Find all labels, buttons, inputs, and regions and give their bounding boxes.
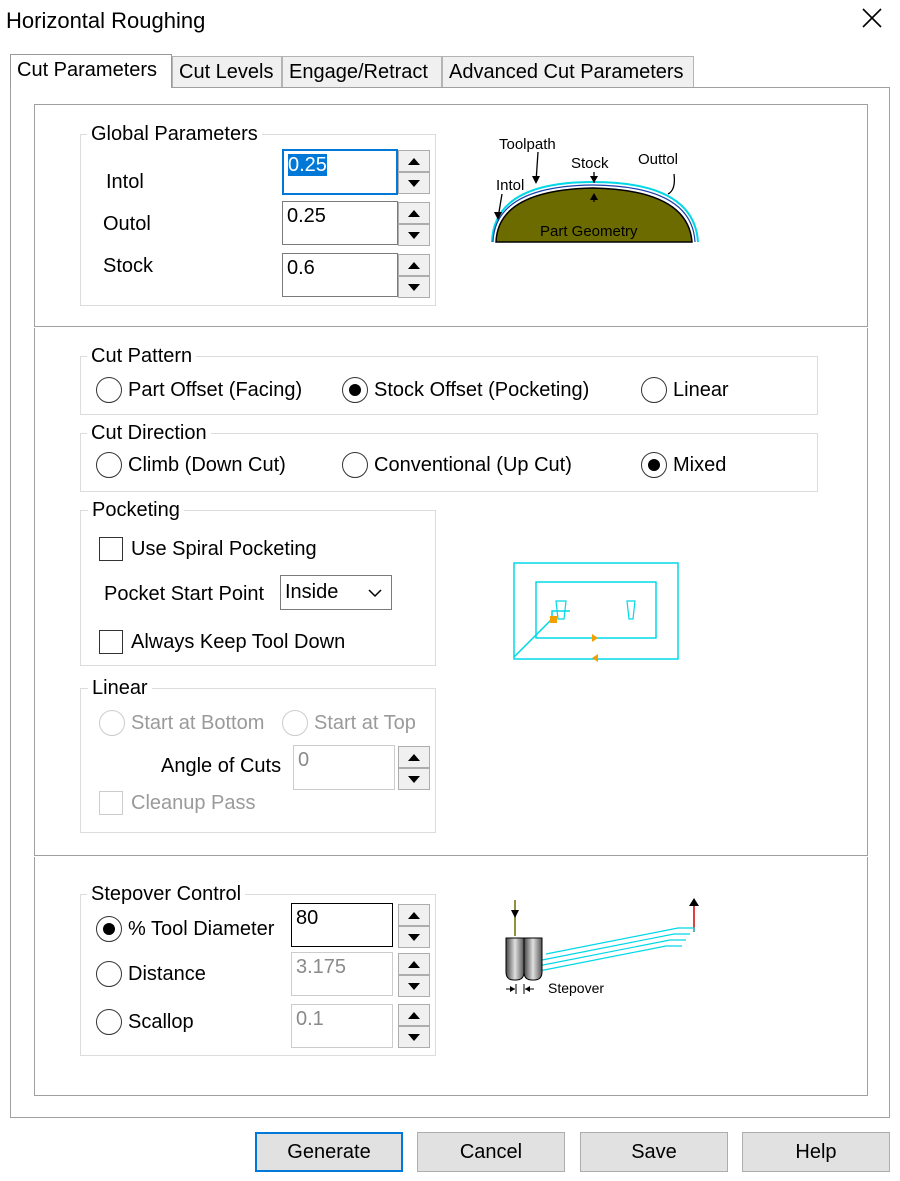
diagram-outtol: Outtol (638, 151, 678, 168)
keep-tool-down-checkbox[interactable]: Always Keep Tool Down (99, 630, 345, 654)
radio-start-at-top[interactable]: Start at Top (282, 710, 416, 736)
radio-conventional[interactable]: Conventional (Up Cut) (342, 452, 572, 478)
radio-distance[interactable]: Distance (96, 961, 206, 987)
cut-pattern-legend: Cut Pattern (87, 345, 197, 368)
intol-label: Intol (106, 171, 144, 193)
tool-diameter-field[interactable]: 80 (291, 903, 393, 947)
scallop-field[interactable]: 0.1 (291, 1004, 393, 1048)
cut-direction-legend: Cut Direction (87, 422, 211, 445)
stepover-diagram: Stepover (505, 898, 699, 996)
spin-up-icon[interactable] (398, 150, 430, 172)
intol-field[interactable]: 0.25 (282, 149, 398, 195)
spin-down-icon[interactable] (398, 768, 430, 790)
spin-down-icon[interactable] (398, 926, 430, 948)
generate-button[interactable]: Generate (255, 1132, 403, 1172)
radio-climb[interactable]: Climb (Down Cut) (96, 452, 286, 478)
outol-label: Outol (103, 213, 151, 235)
angle-of-cuts-field[interactable]: 0 (293, 745, 395, 790)
stepover-diagram-label: Stepover (548, 980, 604, 996)
outol-field[interactable]: 0.25 (282, 201, 398, 245)
diagram-part-geometry: Part Geometry (540, 223, 638, 240)
spin-up-icon[interactable] (398, 1004, 430, 1026)
spin-up-icon[interactable] (398, 254, 430, 276)
diagram-intol: Intol (496, 177, 524, 194)
pocket-start-point-label: Pocket Start Point (104, 583, 265, 605)
tab-advanced-cut-parameters[interactable]: Advanced Cut Parameters (442, 56, 694, 88)
spin-up-icon[interactable] (398, 746, 430, 768)
chevron-down-icon (367, 584, 383, 607)
spin-down-icon[interactable] (398, 172, 430, 194)
stepover-control-legend: Stepover Control (87, 883, 246, 906)
radio-tool-diameter[interactable]: % Tool Diameter (96, 916, 274, 942)
radio-mixed[interactable]: Mixed (641, 452, 726, 478)
save-button[interactable]: Save (580, 1132, 728, 1172)
close-icon[interactable] (858, 4, 886, 32)
spin-down-icon[interactable] (398, 276, 430, 298)
tolerance-diagram: Part Geometry Toolpath Stock Outtol Into… (491, 136, 699, 243)
tab-cut-parameters[interactable]: Cut Parameters (10, 54, 172, 88)
spin-up-icon[interactable] (398, 202, 430, 224)
spin-up-icon[interactable] (398, 904, 430, 926)
help-button[interactable]: Help (742, 1132, 890, 1172)
pocket-start-point-select[interactable]: Inside (280, 575, 392, 610)
spin-down-icon[interactable] (398, 224, 430, 246)
section-divider (34, 855, 868, 857)
radio-stock-offset[interactable]: Stock Offset (Pocketing) (342, 377, 589, 403)
radio-linear[interactable]: Linear (641, 377, 729, 403)
pocketing-legend: Pocketing (88, 499, 184, 522)
section-divider (34, 326, 868, 328)
cleanup-pass-checkbox[interactable]: Cleanup Pass (99, 791, 256, 815)
pocketing-diagram (513, 562, 679, 662)
stock-label: Stock (103, 255, 154, 277)
spin-down-icon[interactable] (398, 1026, 430, 1048)
tab-cut-levels[interactable]: Cut Levels (172, 56, 282, 88)
spin-down-icon[interactable] (398, 975, 430, 997)
radio-start-at-bottom[interactable]: Start at Bottom (99, 710, 264, 736)
diagram-stock: Stock (571, 155, 609, 172)
window-title: Horizontal Roughing (6, 8, 206, 33)
tab-engage-retract[interactable]: Engage/Retract (282, 56, 442, 88)
distance-field[interactable]: 3.175 (291, 952, 393, 996)
spin-up-icon[interactable] (398, 953, 430, 975)
angle-of-cuts-label: Angle of Cuts (161, 755, 282, 777)
spiral-pocketing-checkbox[interactable]: Use Spiral Pocketing (99, 537, 317, 561)
cancel-button[interactable]: Cancel (417, 1132, 565, 1172)
diagram-toolpath: Toolpath (499, 136, 556, 153)
stock-field[interactable]: 0.6 (282, 253, 398, 297)
global-parameters-legend: Global Parameters (87, 123, 262, 146)
linear-legend: Linear (88, 677, 152, 700)
radio-scallop[interactable]: Scallop (96, 1009, 194, 1035)
radio-part-offset[interactable]: Part Offset (Facing) (96, 377, 302, 403)
